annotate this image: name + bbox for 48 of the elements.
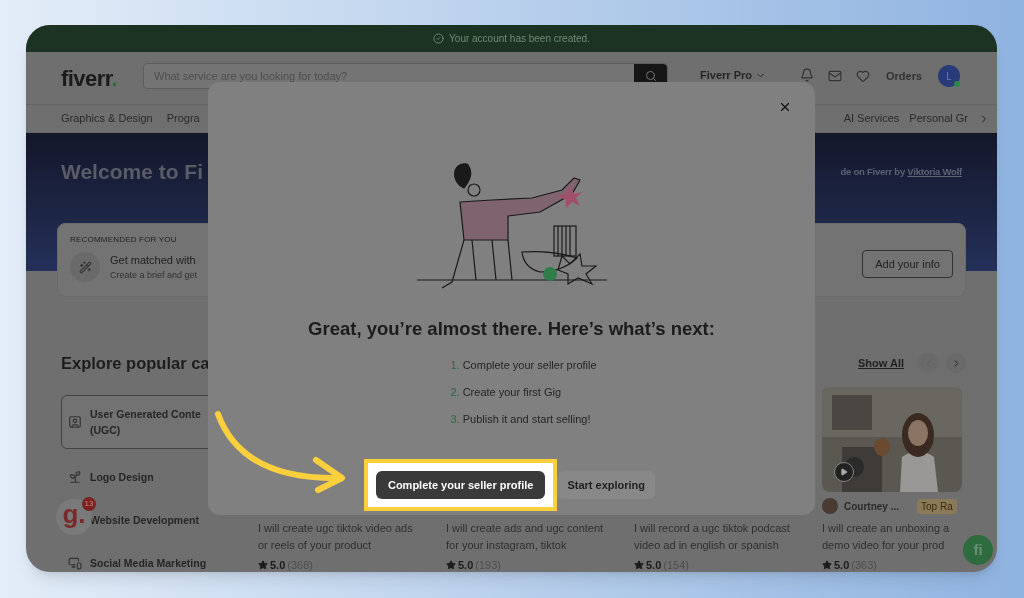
mail-icon[interactable] <box>827 69 842 83</box>
help-button[interactable]: fi <box>963 535 993 565</box>
check-icon <box>433 33 445 44</box>
category-label: Social Media Marketing <box>90 555 207 571</box>
gig-description[interactable]: I will create ugc tiktok video ads or reels of your product <box>258 520 418 554</box>
close-icon[interactable] <box>778 100 792 114</box>
devices-icon <box>68 555 82 570</box>
logo[interactable]: fiverr. <box>61 61 143 95</box>
step-text: 1. Complete your seller profile <box>450 357 597 373</box>
sprout-icon <box>68 469 82 484</box>
step-text: 2. Create your first Gig <box>450 384 563 400</box>
gig-description[interactable]: I will create an unboxing a demo video for your prod <box>822 520 956 554</box>
start-exploring-button[interactable]: Start exploring <box>557 470 656 499</box>
category-item[interactable]: Logo Design <box>61 455 247 498</box>
heart-icon[interactable] <box>855 69 870 83</box>
orders-link[interactable]: Orders <box>885 67 923 85</box>
card-heading: RECOMMENDED FOR YOU <box>70 234 178 246</box>
show-all-link[interactable]: Show All <box>857 354 904 372</box>
bell-icon[interactable] <box>799 68 814 82</box>
welcome-title: Welcome to Fi <box>61 159 203 186</box>
byline: de on Fiverr by Viktoria Wolf <box>840 164 962 179</box>
step-text: 3. Publish it and start selling! <box>450 411 592 427</box>
category-link[interactable]: Personal Gr <box>909 110 968 127</box>
category-link[interactable]: AI Services <box>843 110 900 127</box>
top-rated-tag: Top Ra <box>917 498 957 514</box>
author-link[interactable]: Viktoria Wolf <box>907 165 962 177</box>
gig-description[interactable]: I will create ads and ugc content for your instagram, tiktok <box>446 520 606 554</box>
dialog-title: Great, you’re almost there. Here’s what’s next: <box>308 317 715 341</box>
play-icon <box>840 468 848 476</box>
add-info-button[interactable]: Add your info <box>862 250 953 278</box>
next-button[interactable] <box>946 353 966 373</box>
category-link[interactable]: Graphics & Design <box>61 110 153 127</box>
avatar[interactable]: L <box>938 65 961 87</box>
gig-description[interactable]: I will record a ugc tiktok podcast video ad in english or spanish <box>634 520 794 554</box>
category-label: Logo Design <box>90 469 154 485</box>
complete-profile-button[interactable]: Complete your seller profile <box>375 470 546 499</box>
category-link[interactable]: Progra <box>166 110 200 127</box>
pro-menu[interactable]: Fiverr Pro <box>700 66 766 84</box>
banner-text: Your account has been created. <box>449 32 590 46</box>
seller-name[interactable]: Courtney ... <box>844 498 899 514</box>
person-screen-icon <box>68 415 82 429</box>
notification-count: 13 <box>82 497 96 511</box>
seller-avatar <box>822 498 838 514</box>
category-label: User Generated Conte (UGC) <box>90 407 202 438</box>
category-item[interactable]: Social Media Marketing <box>61 541 247 572</box>
explore-title: Explore popular ca <box>61 352 210 374</box>
card-title: Get matched with <box>110 253 197 268</box>
wand-icon-badge <box>70 252 100 282</box>
